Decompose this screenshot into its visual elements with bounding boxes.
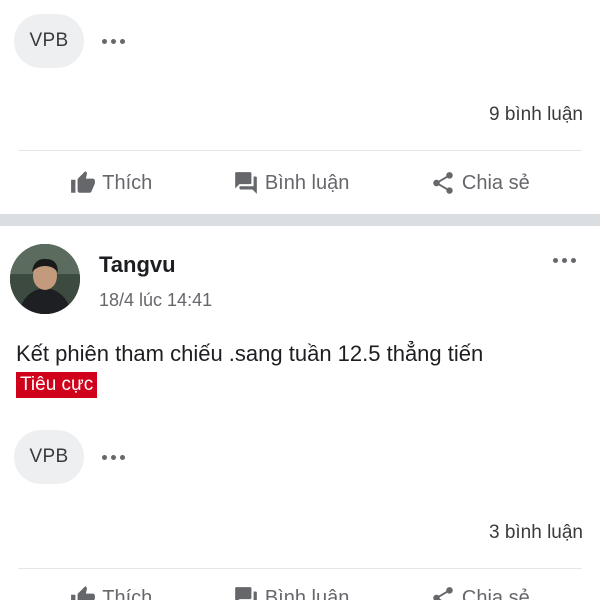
share-icon bbox=[433, 587, 453, 600]
divider bbox=[18, 150, 582, 151]
avatar-photo bbox=[10, 244, 80, 314]
like-label: Thích bbox=[102, 586, 153, 600]
comment-label: Bình luận bbox=[264, 171, 350, 194]
post-timestamp[interactable]: 18/4 lúc 14:41 bbox=[99, 290, 212, 311]
ticker-chip[interactable]: VPB bbox=[14, 430, 84, 484]
avatar[interactable] bbox=[10, 244, 80, 314]
post-text: Kết phiên tham chiếu .sang tuần 12.5 thẳ… bbox=[16, 341, 484, 366]
share-button[interactable]: Chia sẻ bbox=[430, 170, 530, 196]
like-label: Thích bbox=[102, 171, 153, 194]
comment-count[interactable]: 9 bình luận bbox=[489, 104, 583, 126]
post1-footer-tags: VPB bbox=[14, 14, 125, 68]
more-dots-icon[interactable] bbox=[102, 38, 125, 44]
more-dots-icon[interactable] bbox=[553, 258, 576, 263]
post2-footer-tags: VPB bbox=[14, 430, 125, 484]
feed: VPB 9 bình luận Thích Bình luận Chia sẻ bbox=[0, 0, 600, 600]
share-icon bbox=[433, 172, 453, 194]
comment-icon bbox=[235, 587, 257, 600]
author-name[interactable]: Tangvu bbox=[99, 252, 176, 278]
like-button[interactable]: Thích bbox=[70, 585, 152, 600]
more-dots-icon[interactable] bbox=[102, 454, 125, 460]
thumbs-up-icon bbox=[71, 586, 96, 600]
comment-icon bbox=[235, 172, 257, 194]
comment-button[interactable]: Bình luận bbox=[233, 170, 350, 196]
comment-label: Bình luận bbox=[264, 586, 350, 600]
post1-action-bar: Thích Bình luận Chia sẻ bbox=[0, 163, 600, 203]
comment-button[interactable]: Bình luận bbox=[233, 585, 350, 600]
divider bbox=[18, 568, 582, 569]
thumbs-up-icon bbox=[71, 171, 96, 193]
sentiment-badge: Tiêu cực bbox=[16, 372, 98, 398]
post2-action-bar: Thích Bình luận Chia sẻ bbox=[0, 578, 600, 600]
share-label: Chia sẻ bbox=[461, 586, 530, 600]
post-separator bbox=[0, 214, 600, 226]
ticker-chip[interactable]: VPB bbox=[14, 14, 84, 68]
comment-count[interactable]: 3 bình luận bbox=[489, 522, 583, 544]
share-label: Chia sẻ bbox=[461, 171, 530, 194]
share-button[interactable]: Chia sẻ bbox=[430, 585, 530, 600]
like-button[interactable]: Thích bbox=[70, 170, 152, 196]
